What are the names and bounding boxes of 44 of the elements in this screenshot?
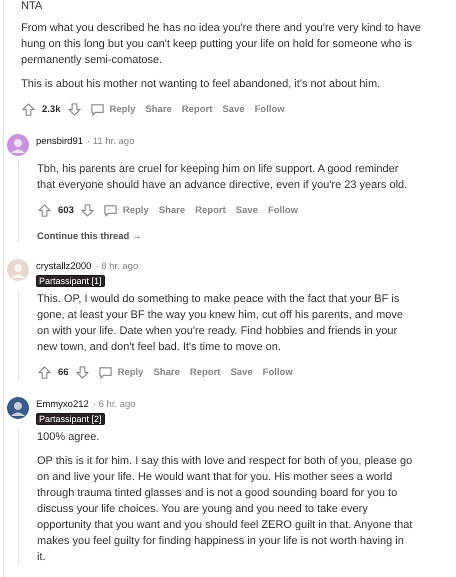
comment-text: This is about his mother not wanting to feel abandoned, it's not about him. [21, 77, 382, 92]
vote-count: 2.3k [42, 104, 60, 114]
downvote-icon[interactable] [66, 102, 82, 116]
action-button[interactable]: Share [156, 204, 188, 216]
vote-count: 603 [58, 204, 74, 216]
comment-text: Tbh, his parents are cruel for keeping him on life support. A good reminder that everyone should have an advance directive, even if you're 23 years old. [37, 162, 408, 193]
action-button[interactable]: Follow [260, 366, 295, 378]
continue-thread-link[interactable]: Continue this thread → [37, 231, 415, 242]
downvote-icon[interactable] [80, 202, 95, 218]
timestamp: · 11 hr. ago [87, 136, 134, 147]
comment-text: From what you described he has no idea you're there and you're very kind to have hung on this long but you can't keep putting your life on hold for someone who is permanently semi-comatose. [21, 21, 422, 68]
action-button[interactable]: Reply [100, 202, 151, 218]
comment-icon [98, 364, 113, 380]
avatar-icon[interactable] [6, 396, 30, 420]
username[interactable]: pensbird91 [36, 136, 84, 147]
comment-icon [90, 102, 104, 116]
user-flair: Partassipant [2] [36, 413, 105, 425]
vote-count: 66 [58, 366, 69, 378]
action-button[interactable]: Save [220, 104, 247, 114]
action-button[interactable]: Report [180, 104, 214, 114]
upvote-icon[interactable] [37, 202, 52, 218]
comment-text: This. OP, I would do something to make peace with the fact that your BF is gone, at least your BF the way you knew him, cut off his parents, and move on with your life. Date when you're ready. Find hobbies and friends in your new town, and don't feel bad. It's time to move on. [37, 292, 404, 355]
action-button[interactable]: Share [151, 366, 182, 378]
action-button[interactable]: Save [228, 366, 255, 378]
comment-icon [102, 202, 118, 218]
comment-text: 100% agree. [37, 430, 100, 445]
action-button[interactable]: Save [234, 204, 260, 216]
action-button[interactable]: Follow [252, 104, 287, 114]
comment-text: NTA [21, 0, 44, 12]
downvote-icon[interactable] [74, 364, 90, 380]
comment-text: OP this is it for him. I say this with love and respect for both of you, please go on and live your life. He would want that for you. His mother sees a world through trauma tinted glasses and is not a good sounding board for you to discuss your life choices. You are young and you need to take every opportunity that you want and you should feel ZERO guilt in that. Anyone that makes you feel guilty for finding happiness in your life is not worth having in it. [37, 454, 414, 565]
timestamp: · 8 hr. ago [95, 261, 138, 272]
username[interactable]: Emmyxo212 [36, 399, 89, 410]
timestamp: · 6 hr. ago [92, 399, 136, 410]
action-button[interactable]: Report [188, 366, 222, 378]
upvote-icon[interactable] [21, 102, 36, 116]
action-button[interactable]: Reply [96, 364, 146, 380]
action-button[interactable]: Follow [266, 204, 300, 216]
user-flair: Partassipant [1] [36, 275, 105, 287]
upvote-icon[interactable] [37, 364, 52, 380]
action-button[interactable]: Reply [88, 102, 138, 116]
action-button[interactable]: Report [193, 204, 228, 216]
action-button[interactable]: Share [143, 104, 174, 114]
username[interactable]: crystallz2000 [36, 261, 92, 272]
